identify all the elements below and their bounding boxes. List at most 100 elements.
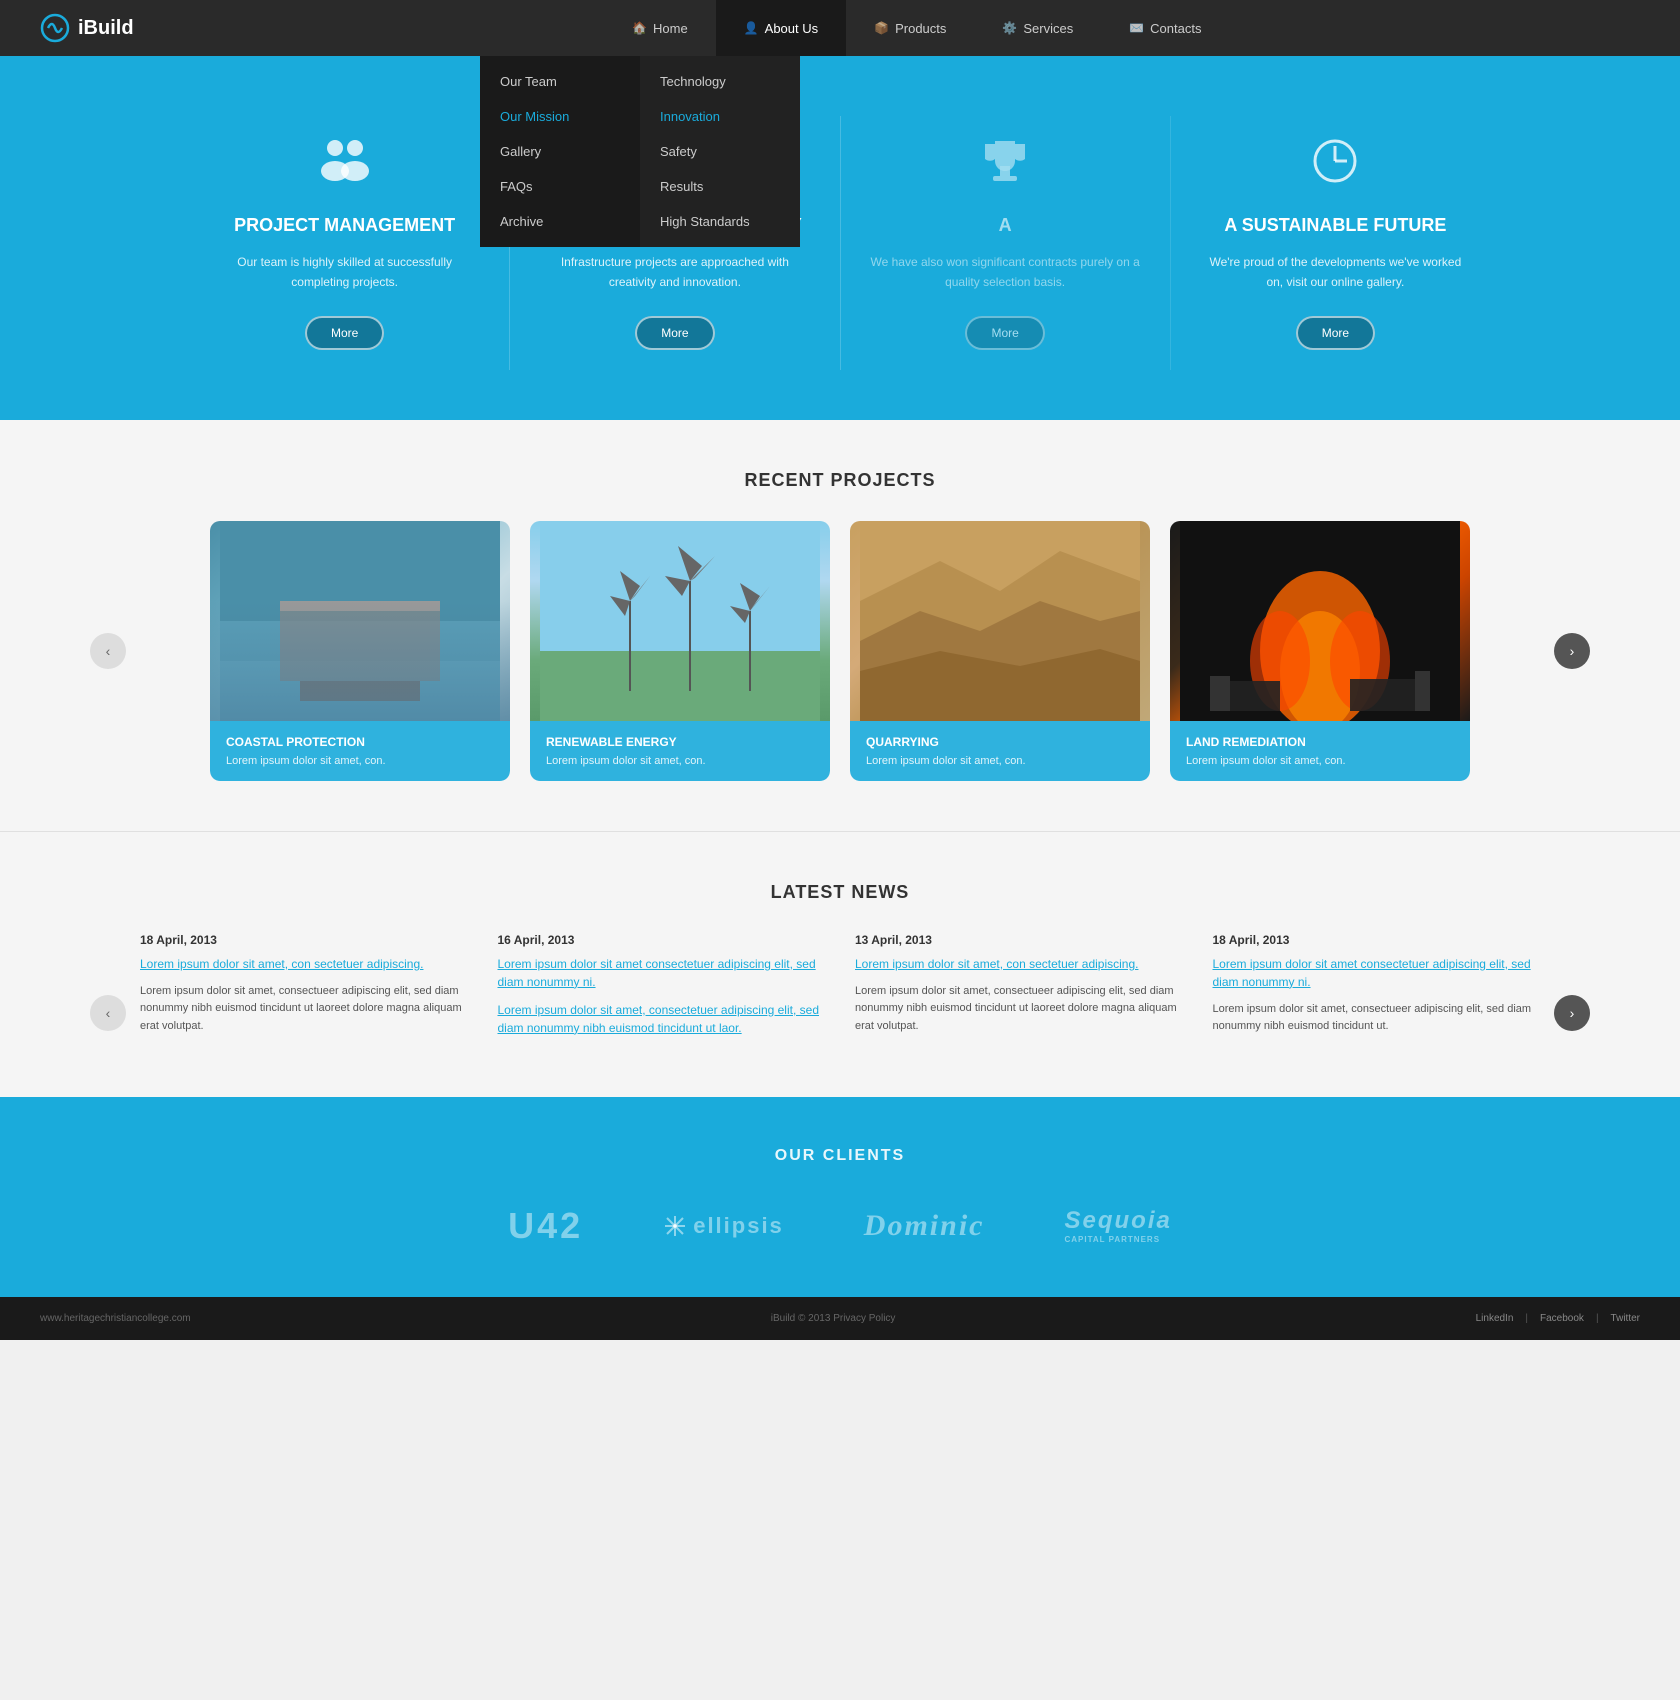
latest-news-title: LATEST NEWS	[40, 882, 1640, 903]
logo-icon	[40, 13, 70, 43]
project-desc-land: Lorem ipsum dolor sit amet, con.	[1186, 755, 1454, 767]
projects-carousel: ‹ COASTAL PROTECTION	[140, 521, 1540, 781]
project-info-quarry: QUARRYING Lorem ipsum dolor sit amet, co…	[850, 721, 1150, 781]
project-img-land	[1170, 521, 1470, 721]
hero-col-future: A SUSTAINABLE FUTURE We're proud of the …	[1171, 116, 1500, 370]
nav-contacts[interactable]: ✉️ Contacts	[1101, 0, 1229, 56]
project-desc-wind: Lorem ipsum dolor sit amet, con.	[546, 755, 814, 767]
dropdown-high-standards[interactable]: High Standards	[640, 204, 800, 239]
quarry-img-svg	[860, 521, 1140, 721]
project-name-quarry: QUARRYING	[866, 735, 1134, 749]
project-desc-coastal: Lorem ipsum dolor sit amet, con.	[226, 755, 494, 767]
news-text-1: Lorem ipsum dolor sit amet, consectueer …	[140, 983, 468, 1036]
hero-text-1: Our team is highly skilled at successful…	[210, 253, 479, 291]
client-logo-ellipsis: ellipsis	[663, 1213, 784, 1239]
news-date-3: 13 April, 2013	[855, 933, 1183, 947]
wind-img-svg	[540, 521, 820, 721]
news-date-4: 18 April, 2013	[1213, 933, 1541, 947]
hero-btn-2[interactable]: More	[635, 316, 714, 350]
news-article-2: 16 April, 2013 Lorem ipsum dolor sit ame…	[498, 933, 826, 1047]
hero-title-1: PROJECT MANAGEMENT	[210, 214, 479, 237]
nav-about[interactable]: 👤 About Us	[716, 0, 846, 56]
news-article-1: 18 April, 2013 Lorem ipsum dolor sit ame…	[140, 933, 468, 1047]
hero-col-awards: A We have also won significant contracts…	[841, 116, 1171, 370]
hero-text-2: Infrastructure projects are approached w…	[540, 253, 809, 291]
footer-url: www.heritagechristiancollege.com	[40, 1313, 191, 1324]
footer-separator-1: |	[1525, 1313, 1528, 1324]
news-article-3: 13 April, 2013 Lorem ipsum dolor sit ame…	[855, 933, 1183, 1047]
carousel-next-btn[interactable]: ›	[1554, 633, 1590, 669]
project-card-quarry[interactable]: QUARRYING Lorem ipsum dolor sit amet, co…	[850, 521, 1150, 781]
hero-section: PROJECT MANAGEMENT Our team is highly sk…	[0, 56, 1680, 420]
client-logo-dominic: Dominic	[864, 1209, 985, 1243]
user-icon: 👤	[744, 21, 759, 35]
dropdown-archive[interactable]: Archive	[480, 204, 640, 239]
hero-grid: PROJECT MANAGEMENT Our team is highly sk…	[140, 116, 1540, 370]
dropdown-safety[interactable]: Safety	[640, 134, 800, 169]
news-prev-btn[interactable]: ‹	[90, 995, 126, 1031]
projects-grid: COASTAL PROTECTION Lorem ipsum dolor sit…	[140, 521, 1540, 781]
news-text-3: Lorem ipsum dolor sit amet, consectueer …	[855, 983, 1183, 1036]
project-info-land: LAND REMEDIATION Lorem ipsum dolor sit a…	[1170, 721, 1470, 781]
news-grid: 18 April, 2013 Lorem ipsum dolor sit ame…	[140, 933, 1540, 1047]
dropdown-technology[interactable]: Technology	[640, 64, 800, 99]
hero-btn-4[interactable]: More	[1296, 316, 1375, 350]
project-info-wind: RENEWABLE ENERGY Lorem ipsum dolor sit a…	[530, 721, 830, 781]
footer-copyright: iBuild © 2013 Privacy Policy	[771, 1313, 896, 1324]
project-card-wind[interactable]: RENEWABLE ENERGY Lorem ipsum dolor sit a…	[530, 521, 830, 781]
dropdown-our-team[interactable]: Our Team	[480, 64, 640, 99]
dropdown-innovation[interactable]: Innovation	[640, 99, 800, 134]
hero-title-4: A SUSTAINABLE FUTURE	[1201, 214, 1470, 237]
nav-services[interactable]: ⚙️ Services	[974, 0, 1101, 56]
dropdown-gallery[interactable]: Gallery	[480, 134, 640, 169]
dropdown-left-panel: Our Team Our Mission Gallery FAQs Archiv…	[480, 56, 640, 247]
hero-btn-1[interactable]: More	[305, 316, 384, 350]
people-icon	[210, 136, 479, 198]
dropdown-faqs[interactable]: FAQs	[480, 169, 640, 204]
footer-separator-2: |	[1596, 1313, 1599, 1324]
project-name-coastal: COASTAL PROTECTION	[226, 735, 494, 749]
client-logo-sequoia: Sequoia CAPITAL PARTNERS	[1064, 1207, 1171, 1244]
dropdown-our-mission[interactable]: Our Mission	[480, 99, 640, 134]
project-card-coastal[interactable]: COASTAL PROTECTION Lorem ipsum dolor sit…	[210, 521, 510, 781]
news-date-1: 18 April, 2013	[140, 933, 468, 947]
carousel-prev-btn[interactable]: ‹	[90, 633, 126, 669]
recent-projects-section: RECENT PROJECTS ‹ COASTA	[0, 420, 1680, 831]
project-card-land[interactable]: LAND REMEDIATION Lorem ipsum dolor sit a…	[1170, 521, 1470, 781]
news-date-2: 16 April, 2013	[498, 933, 826, 947]
footer-facebook[interactable]: Facebook	[1540, 1313, 1584, 1324]
clock-icon	[1201, 136, 1470, 198]
project-name-wind: RENEWABLE ENERGY	[546, 735, 814, 749]
project-info-coastal: COASTAL PROTECTION Lorem ipsum dolor sit…	[210, 721, 510, 781]
home-icon: 🏠	[632, 21, 647, 35]
hero-text-3: We have also won significant contracts p…	[871, 253, 1140, 291]
coastal-img-svg	[220, 521, 500, 721]
ellipsis-text: ellipsis	[693, 1213, 784, 1239]
news-next-btn[interactable]: ›	[1554, 995, 1590, 1031]
news-link-4[interactable]: Lorem ipsum dolor sit amet consectetuer …	[1213, 955, 1541, 991]
logo-area[interactable]: iBuild	[40, 13, 134, 43]
news-link-2a[interactable]: Lorem ipsum dolor sit amet consectetuer …	[498, 955, 826, 991]
footer-linkedin[interactable]: LinkedIn	[1476, 1313, 1514, 1324]
project-img-quarry	[850, 521, 1150, 721]
footer-twitter[interactable]: Twitter	[1611, 1313, 1640, 1324]
nav-home[interactable]: 🏠 Home	[604, 0, 716, 56]
recent-projects-title: RECENT PROJECTS	[40, 470, 1640, 491]
header: iBuild 🏠 Home 👤 About Us 📦 Products ⚙️ S…	[0, 0, 1680, 56]
news-link-3[interactable]: Lorem ipsum dolor sit amet, con sectetue…	[855, 955, 1183, 973]
dropdown-results[interactable]: Results	[640, 169, 800, 204]
project-img-wind	[530, 521, 830, 721]
project-name-land: LAND REMEDIATION	[1186, 735, 1454, 749]
products-icon: 📦	[874, 21, 889, 35]
news-link-2b[interactable]: Lorem ipsum dolor sit amet, consectetuer…	[498, 1001, 826, 1037]
news-link-1[interactable]: Lorem ipsum dolor sit amet, con sectetue…	[140, 955, 468, 973]
nav-products[interactable]: 📦 Products	[846, 0, 974, 56]
clients-title: OUR CLIENTS	[40, 1147, 1640, 1165]
hero-btn-3[interactable]: More	[965, 316, 1044, 350]
clients-logos-container: U42 ellipsis Dominic Sequoia CAPITAL PAR…	[40, 1205, 1640, 1247]
trophy-icon	[871, 136, 1140, 198]
client-logo-u42: U42	[508, 1205, 583, 1247]
hero-title-3: A	[871, 214, 1140, 237]
logo-text: iBuild	[78, 17, 134, 40]
project-img-coastal	[210, 521, 510, 721]
